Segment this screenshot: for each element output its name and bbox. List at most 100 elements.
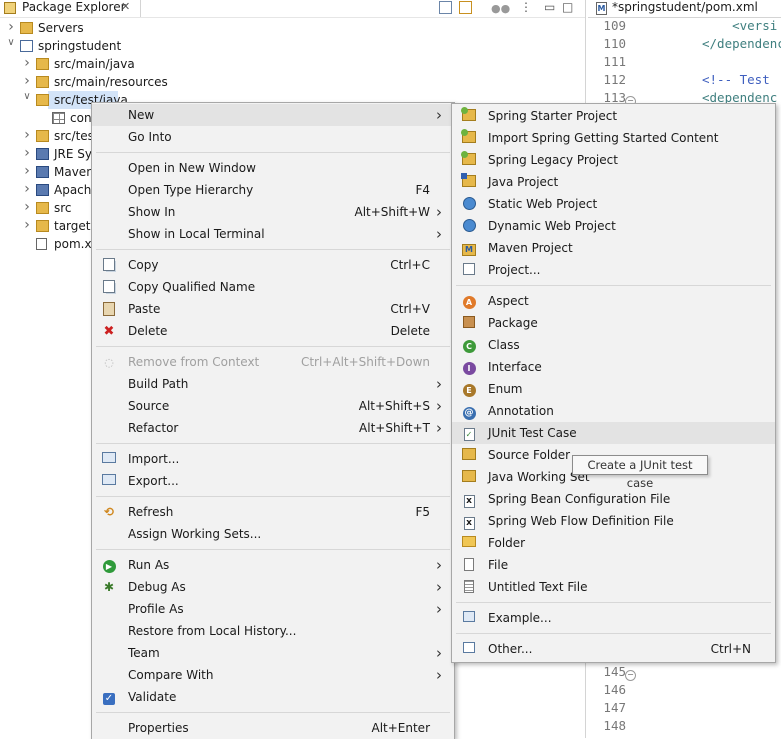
close-icon[interactable]: ✕ bbox=[121, 0, 130, 13]
text-file-icon bbox=[462, 580, 476, 594]
collapsed-chevron-icon[interactable]: › bbox=[22, 55, 32, 71]
menu-item-shortcut: Delete bbox=[390, 324, 430, 338]
focus-icon[interactable]: ●● bbox=[491, 2, 510, 15]
collapsed-chevron-icon[interactable]: › bbox=[22, 127, 32, 143]
menu-item-import-spring-getting-started-content[interactable]: Import Spring Getting Started Content bbox=[452, 127, 775, 149]
package-explorer-icon bbox=[4, 2, 16, 14]
menu-item-shortcut: Ctrl+N bbox=[710, 642, 751, 656]
menu-item-class[interactable]: C Class bbox=[452, 334, 775, 356]
minimize-icon[interactable]: ▭ bbox=[544, 0, 555, 14]
line-number: 110 bbox=[603, 36, 626, 51]
menu-item-copy[interactable]: Copy Ctrl+C bbox=[92, 254, 454, 276]
xml-file-icon: x bbox=[462, 492, 476, 508]
menu-item-refactor[interactable]: Refactor Alt+Shift+T › bbox=[92, 417, 454, 439]
interface-icon: I bbox=[462, 360, 476, 375]
menu-item-shortcut: Alt+Shift+T bbox=[359, 421, 430, 435]
menu-item-spring-starter-project[interactable]: Spring Starter Project bbox=[452, 105, 775, 127]
menu-item-annotation[interactable]: @ Annotation bbox=[452, 400, 775, 422]
collapsed-chevron-icon[interactable]: › bbox=[22, 217, 32, 233]
menu-item-package[interactable]: Package bbox=[452, 312, 775, 334]
import-icon bbox=[102, 452, 116, 466]
menu-item-junit-test-case[interactable]: ✓ JUnit Test Case bbox=[452, 422, 775, 444]
context-menu: New › Go Into Open in New Window Open Type H… bbox=[91, 102, 455, 739]
menu-item-build-path[interactable]: Build Path › bbox=[92, 373, 454, 395]
folder-icon bbox=[20, 22, 33, 34]
menu-item-folder[interactable]: Folder bbox=[452, 532, 775, 554]
menu-item-java-project[interactable]: Java Project bbox=[452, 171, 775, 193]
menu-item-debug-as[interactable]: ✱ Debug As › bbox=[92, 576, 454, 598]
collapsed-chevron-icon[interactable]: › bbox=[6, 19, 16, 35]
menu-item-spring-web-flow-definition-file[interactable]: x Spring Web Flow Definition File bbox=[452, 510, 775, 532]
menu-item-go-into[interactable]: Go Into bbox=[92, 126, 454, 148]
code-line[interactable]: <versi bbox=[702, 18, 777, 33]
menu-item-label: Copy Qualified Name bbox=[128, 280, 256, 294]
menu-item-open-type-hierarchy[interactable]: Open Type Hierarchy F4 bbox=[92, 179, 454, 201]
collapsed-chevron-icon[interactable]: › bbox=[22, 145, 32, 161]
submenu-arrow-icon: › bbox=[436, 666, 442, 684]
collapsed-chevron-icon[interactable]: › bbox=[22, 199, 32, 215]
tree-item-label: springstudent bbox=[38, 39, 122, 53]
expanded-chevron-icon[interactable]: ∨ bbox=[6, 37, 16, 48]
expanded-chevron-icon[interactable]: ∨ bbox=[22, 91, 32, 102]
collapsed-chevron-icon[interactable]: › bbox=[22, 181, 32, 197]
paste-icon bbox=[102, 302, 116, 316]
menu-item-refresh[interactable]: ⟲ Refresh F5 bbox=[92, 501, 454, 523]
tree-item-label: Maven bbox=[54, 165, 94, 179]
link-with-editor-icon[interactable] bbox=[459, 1, 472, 14]
menu-item-delete[interactable]: ✖ Delete Delete bbox=[92, 320, 454, 342]
view-menu-icon[interactable]: ⋮ bbox=[520, 0, 532, 14]
menu-separator bbox=[456, 633, 771, 634]
collapsed-chevron-icon[interactable]: › bbox=[22, 163, 32, 179]
menu-item-paste[interactable]: Paste Ctrl+V bbox=[92, 298, 454, 320]
collapsed-chevron-icon[interactable]: › bbox=[22, 73, 32, 89]
menu-item-open-in-new-window[interactable]: Open in New Window bbox=[92, 157, 454, 179]
code-line[interactable]: <!-- Test bbox=[702, 72, 770, 87]
menu-item-compare-with[interactable]: Compare With › bbox=[92, 664, 454, 686]
new-submenu: Spring Starter Project Import Spring Gett… bbox=[451, 103, 776, 663]
annotation-icon: @ bbox=[462, 407, 476, 420]
tree-item-label: target bbox=[54, 219, 91, 233]
menu-item-validate[interactable]: ✓ Validate bbox=[92, 686, 454, 708]
menu-item-show-in[interactable]: Show In Alt+Shift+W › bbox=[92, 201, 454, 223]
spring-project-icon bbox=[461, 129, 476, 145]
menu-item-untitled-text-file[interactable]: Untitled Text File bbox=[452, 576, 775, 598]
menu-item-new[interactable]: New › bbox=[92, 104, 454, 126]
collapse-all-icon[interactable] bbox=[439, 1, 452, 14]
menu-item-label: Properties bbox=[128, 721, 189, 735]
menu-item-file[interactable]: File bbox=[452, 554, 775, 576]
menu-item-source[interactable]: Source Alt+Shift+S › bbox=[92, 395, 454, 417]
menu-item-other[interactable]: Other... Ctrl+N bbox=[452, 638, 775, 660]
menu-item-run-as[interactable]: ▶ Run As › bbox=[92, 554, 454, 576]
menu-item-import[interactable]: Import... bbox=[92, 448, 454, 470]
menu-item-project[interactable]: Project... bbox=[452, 259, 775, 281]
menu-item-aspect[interactable]: A Aspect bbox=[452, 290, 775, 312]
refresh-icon: ⟲ bbox=[103, 505, 115, 519]
menu-item-interface[interactable]: I Interface bbox=[452, 356, 775, 378]
menu-item-spring-legacy-project[interactable]: Spring Legacy Project bbox=[452, 149, 775, 171]
menu-item-remove-from-context: ◌ Remove from Context Ctrl+Alt+Shift+Down bbox=[92, 351, 454, 373]
menu-item-label: Assign Working Sets... bbox=[128, 527, 262, 541]
menu-item-copy-qualified-name[interactable]: Copy Qualified Name bbox=[92, 276, 454, 298]
menu-item-restore-from-local-history[interactable]: Restore from Local History... bbox=[92, 620, 454, 642]
menu-item-enum[interactable]: E Enum bbox=[452, 378, 775, 400]
menu-item-dynamic-web-project[interactable]: Dynamic Web Project bbox=[452, 215, 775, 237]
folder-icon bbox=[36, 220, 49, 232]
menu-item-profile-as[interactable]: Profile As › bbox=[92, 598, 454, 620]
menu-item-show-in-local-terminal[interactable]: Show in Local Terminal › bbox=[92, 223, 454, 245]
menu-item-example[interactable]: Example... bbox=[452, 607, 775, 629]
menu-item-assign-working-sets[interactable]: Assign Working Sets... bbox=[92, 523, 454, 545]
menu-item-properties[interactable]: Properties Alt+Enter bbox=[92, 717, 454, 739]
menu-item-team[interactable]: Team › bbox=[92, 642, 454, 664]
menu-item-export[interactable]: Export... bbox=[92, 470, 454, 492]
menu-item-spring-bean-configuration-file[interactable]: x Spring Bean Configuration File bbox=[452, 488, 775, 510]
library-icon bbox=[36, 184, 49, 196]
fold-toggle-icon[interactable]: − bbox=[625, 670, 636, 681]
editor-tab-title: *springstudent/pom.xml bbox=[612, 0, 758, 14]
explorer-tab[interactable]: Package Explorer ✕ bbox=[0, 0, 141, 17]
code-line[interactable]: </dependenc bbox=[702, 36, 781, 51]
maximize-icon[interactable]: □ bbox=[562, 0, 573, 14]
editor-tab[interactable]: M *springstudent/pom.xml bbox=[588, 0, 781, 18]
menu-item-static-web-project[interactable]: Static Web Project bbox=[452, 193, 775, 215]
menu-item-label: New bbox=[128, 108, 155, 122]
menu-item-maven-project[interactable]: M Maven Project bbox=[452, 237, 775, 259]
